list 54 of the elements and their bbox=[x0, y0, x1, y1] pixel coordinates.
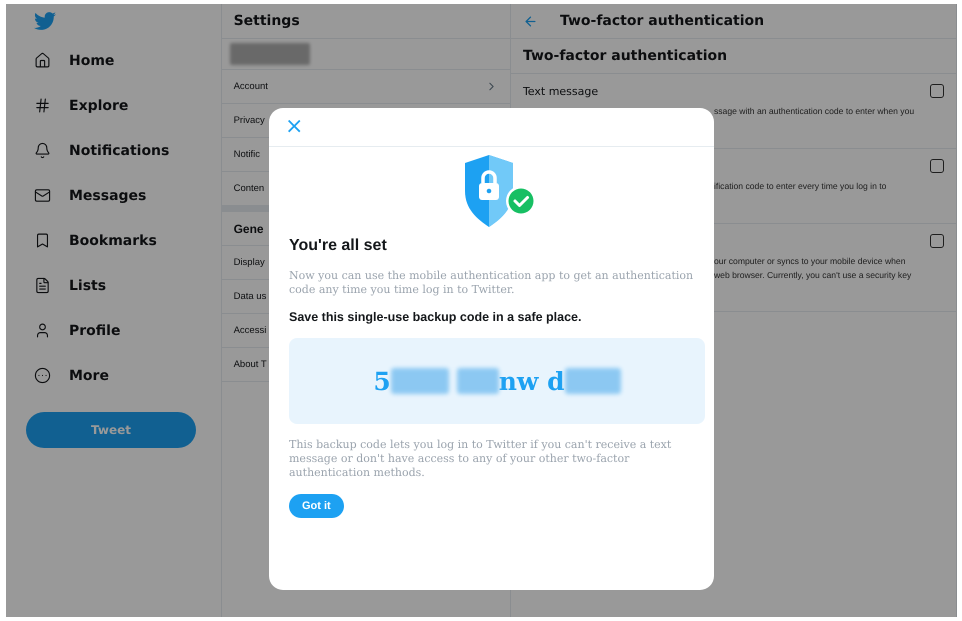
mail-icon bbox=[34, 187, 51, 204]
settings-label: Accessi bbox=[234, 325, 266, 336]
column-title: Settings bbox=[234, 13, 300, 29]
bell-icon bbox=[34, 142, 51, 159]
nav-label: Profile bbox=[69, 322, 120, 338]
intro-text: Now you can use the mobile authentication app to get an authentication code any time you time log in to Twitter. bbox=[289, 269, 694, 297]
save-note: Save this single-use backup code in a safe place. bbox=[289, 310, 582, 324]
nav-item[interactable]: Home bbox=[26, 38, 221, 83]
column-title: Two-factor authentication bbox=[560, 13, 764, 29]
nav-label: Messages bbox=[69, 188, 146, 204]
redacted-block bbox=[456, 368, 499, 394]
nav-item[interactable]: Profile bbox=[26, 308, 221, 353]
settings-label: Account bbox=[234, 81, 268, 92]
nav-item[interactable]: Explore bbox=[26, 83, 221, 128]
explanation-text: This backup code lets you log in to Twitter if you can't receive a text message or don't have access to any of your other two-factor authentication methods. bbox=[289, 438, 672, 480]
option-description: our computer or syncs to your mobile device when bbox=[714, 255, 906, 268]
settings-label: Privacy bbox=[234, 115, 265, 126]
option-description: web browser. Currently, you can't use a security key bbox=[714, 269, 912, 282]
nav-item[interactable]: Notifications bbox=[26, 128, 221, 173]
settings-label: Display bbox=[234, 257, 265, 268]
list-icon bbox=[34, 277, 51, 294]
settings-item[interactable]: Account bbox=[222, 69, 510, 103]
more-icon bbox=[34, 367, 51, 384]
nav-label: More bbox=[69, 368, 109, 384]
settings-label: Notific bbox=[234, 149, 260, 160]
checkbox[interactable] bbox=[930, 84, 944, 98]
option-description: ssage with an authentication code to enter when you bbox=[714, 105, 914, 118]
nav-item[interactable]: Bookmarks bbox=[26, 218, 221, 263]
option-description: ification code to enter every time you log in to bbox=[714, 180, 886, 193]
nav-label: Explore bbox=[69, 98, 128, 114]
dialog-title: You're all set bbox=[289, 237, 388, 255]
section-title: Gene bbox=[234, 222, 264, 236]
nav-label: Bookmarks bbox=[69, 232, 157, 248]
hash-icon bbox=[34, 97, 51, 114]
section-title: Two-factor authentication bbox=[522, 48, 728, 64]
settings-label: About T bbox=[234, 359, 267, 370]
backup-code-text: 5 bbox=[373, 366, 391, 396]
nav-item[interactable]: Lists bbox=[26, 263, 221, 308]
redacted-block bbox=[390, 368, 449, 394]
nav-label: Lists bbox=[69, 278, 106, 294]
checkbox[interactable] bbox=[930, 159, 944, 173]
nav-item[interactable]: More bbox=[26, 353, 221, 398]
nav-label: Home bbox=[69, 52, 114, 68]
redacted-block bbox=[564, 368, 621, 394]
settings-label: Data us bbox=[234, 291, 266, 302]
nav-item[interactable]: Messages bbox=[26, 173, 221, 218]
checkbox[interactable] bbox=[930, 234, 944, 248]
option-label: Text message bbox=[522, 84, 598, 98]
nav-label: Notifications bbox=[69, 142, 170, 158]
home-icon bbox=[34, 52, 51, 69]
settings-label: Conten bbox=[234, 183, 264, 194]
backup-code-text: nw d bbox=[498, 366, 565, 396]
bookmark-icon bbox=[34, 232, 51, 249]
user-icon bbox=[34, 322, 51, 339]
